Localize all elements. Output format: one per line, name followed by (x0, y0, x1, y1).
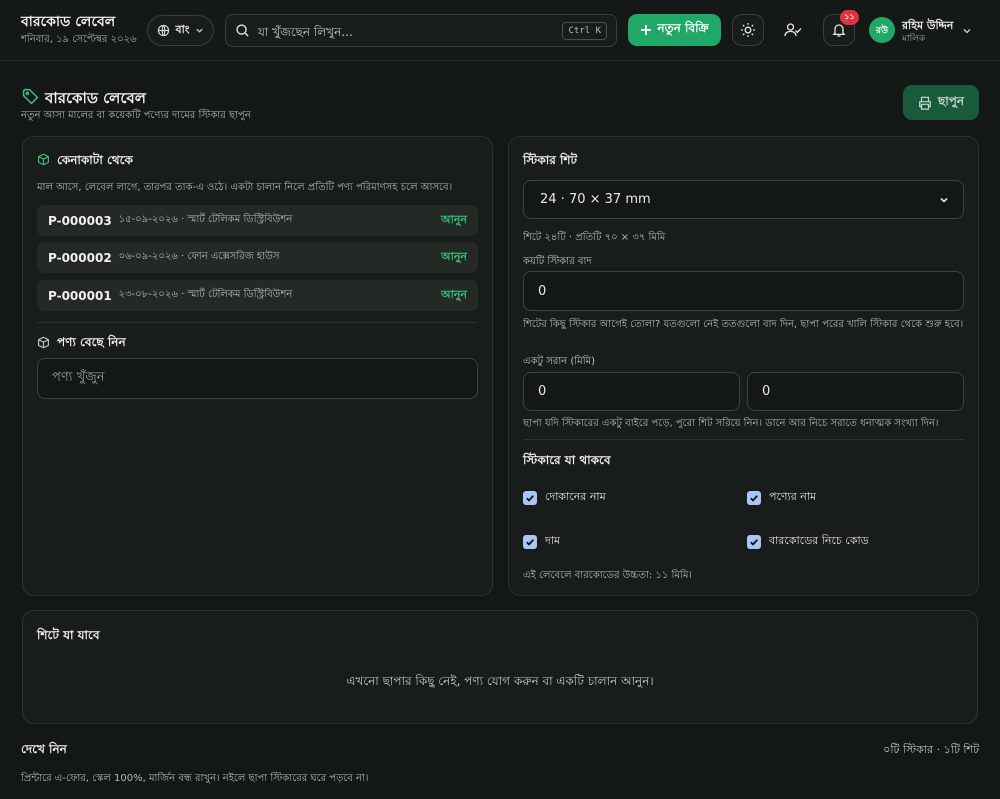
purchase-title: কেনাকাটা থেকে (57, 153, 133, 167)
sheet-info: শিটে ২৪টি · প্রতিটি ৭০ × ৩৭ মিমি (523, 232, 666, 243)
package-plus-icon (38, 153, 49, 166)
import-challan-button[interactable]: আনুন (441, 248, 467, 267)
globe-icon (158, 24, 170, 37)
option-price[interactable]: দাম (523, 532, 560, 551)
offset-x-input[interactable]: 0 (523, 372, 740, 411)
print-note: প্রিন্টারে এ-ফোর, স্কেল 100%, মার্জিন বন… (21, 773, 369, 784)
check-icon (750, 494, 758, 502)
offset-y-input[interactable]: 0 (747, 372, 964, 411)
barcode-note: এই লেবেলে বারকোডের উচ্চতা: ১১ মিমি। (523, 570, 692, 581)
checkbox[interactable] (523, 490, 537, 505)
chevron-down-icon (940, 197, 948, 203)
checkbox[interactable] (747, 534, 761, 549)
current-date: শনিবার, ১৯ সেপ্টেম্বর ২০২৬ (21, 34, 137, 45)
empty-state: এখনো ছাপার কিছু নেই, পণ্য যোগ করুন বা এক… (346, 674, 654, 688)
challan-id: P-000002 (48, 250, 112, 265)
user-role: মালিক (902, 34, 926, 44)
tag-icon (22, 88, 39, 105)
print-button[interactable]: ছাপুন (903, 85, 979, 120)
printer-icon (919, 96, 931, 110)
skip-count-input[interactable]: 0 (523, 271, 964, 311)
box-icon (38, 336, 49, 349)
import-challan-button[interactable]: আনুন (441, 286, 467, 305)
staff-button[interactable] (777, 14, 809, 46)
challan-id: P-000001 (48, 288, 112, 303)
print-label: ছাপুন (937, 93, 965, 108)
language-switcher[interactable]: বাং (147, 15, 214, 46)
user-check-icon (784, 23, 802, 37)
option-product-name[interactable]: পণ্যের নাম (747, 488, 816, 507)
chevron-down-icon (195, 28, 203, 33)
skip-label: কয়টি স্টিকার বাদ (523, 256, 592, 267)
notification-badge: ১১ (840, 10, 859, 25)
checkbox[interactable] (747, 490, 761, 505)
check-icon (750, 538, 758, 546)
offset-label: একটু সরান (মিমি) (523, 356, 596, 367)
sun-icon (741, 23, 755, 37)
check-icon (526, 538, 534, 546)
import-challan-button[interactable]: আনুন (441, 211, 467, 230)
sheet-size-select[interactable]: 24 · 70 × 37 mm (523, 180, 964, 219)
sheet-queue-card (22, 610, 978, 724)
pick-product-title: পণ্য বেছে নিন (57, 335, 126, 349)
avatar[interactable]: রউ (869, 17, 895, 43)
global-search[interactable]: যা খুঁজছেন লিখুন... Ctrl K (225, 14, 617, 47)
option-label: পণ্যের নাম (769, 490, 817, 503)
offset-help: ছাপা যদি স্টিকারের একটু বাইরে পড়ে, পুরো… (523, 418, 939, 429)
purchase-description: মাল আসে, লেবেল লাগে, তারপর তাক-এ ওঠে। এক… (37, 182, 453, 193)
divider (523, 439, 964, 440)
option-label: বারকোডের নিচে কোড (769, 534, 869, 547)
top-bar: বারকোড লেবেল শনিবার, ১৯ সেপ্টেম্বর ২০২৬ … (0, 0, 1000, 61)
preview-title: দেখে নিন (21, 742, 67, 756)
preview-count: ০টি স্টিকার · ১টি শিট (883, 743, 979, 756)
search-placeholder: যা খুঁজছেন লিখুন... (258, 25, 353, 39)
challan-row[interactable]: P-000001 ২৩-০৮-২০২৬ · স্মার্ট টেলিকম ডিস… (37, 280, 478, 311)
check-icon (526, 494, 534, 502)
challan-row[interactable]: P-000002 ০৬-০৯-২০২৬ · ফোন এক্সেসরিজ হাউস… (37, 242, 478, 273)
sheet-size-value: 24 · 70 × 37 mm (540, 192, 651, 207)
plus-icon (641, 25, 652, 35)
challan-meta: ১৫-০৯-২০২৬ · স্মার্ট টেলিকম ডিস্ট্রিবিউশ… (118, 214, 293, 225)
search-icon (236, 24, 249, 37)
page-subtitle: নতুন আসা মালের বা কয়েকটি পণ্যের দামের স… (21, 110, 251, 121)
sheet-queue-title: শিটে যা যাবে (37, 628, 100, 642)
option-shop-name[interactable]: দোকানের নাম (523, 488, 606, 507)
chevron-down-icon[interactable] (962, 26, 972, 36)
option-barcode-code[interactable]: বারকোডের নিচে কোড (747, 532, 869, 551)
challan-meta: ২৩-০৮-২০২৬ · স্মার্ট টেলিকম ডিস্ট্রিবিউশ… (118, 289, 293, 300)
theme-toggle-button[interactable] (732, 14, 764, 46)
option-label: দাম (545, 534, 561, 547)
app-brand: বারকোড লেবেল শনিবার, ১৯ সেপ্টেম্বর ২০২৬ (21, 14, 137, 49)
new-sale-button[interactable]: নতুন বিক্রি (628, 14, 721, 46)
divider (37, 322, 478, 323)
checkbox[interactable] (523, 534, 537, 549)
sticker-contents-title: স্টিকারে যা থাকবে (523, 453, 611, 467)
challan-id: P-000003 (48, 213, 112, 228)
new-sale-label: নতুন বিক্রি (657, 21, 709, 35)
sticker-sheet-title: স্টিকার শিট (523, 153, 578, 167)
challan-row[interactable]: P-000003 ১৫-০৯-২০২৬ · স্মার্ট টেলিকম ডিস… (37, 205, 478, 236)
product-search-input[interactable]: পণ্য খুঁজুন (37, 358, 478, 399)
app-title: বারকোড লেবেল (21, 14, 116, 30)
language-label: বাং (175, 23, 190, 36)
skip-help: শিটের কিছু স্টিকার আগেই তোলা? যতগুলো নেই… (523, 319, 964, 330)
option-label: দোকানের নাম (545, 490, 606, 503)
search-shortcut: Ctrl K (562, 22, 607, 40)
challan-meta: ০৬-০৯-২০২৬ · ফোন এক্সেসরিজ হাউস (118, 251, 280, 262)
